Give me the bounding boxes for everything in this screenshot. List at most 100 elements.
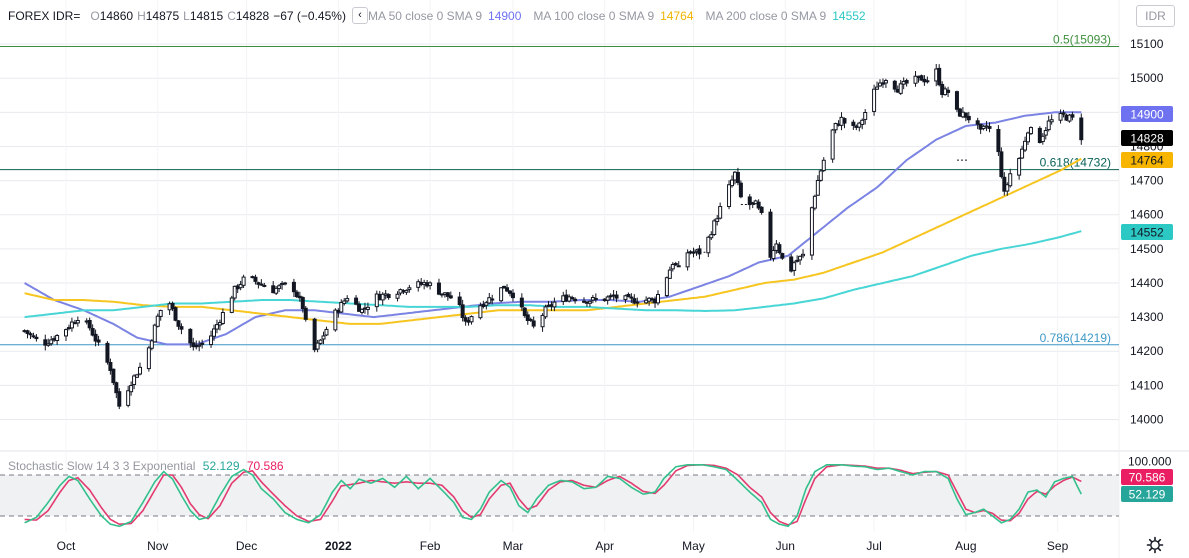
candle xyxy=(469,315,474,325)
candle xyxy=(798,255,803,265)
y-tick-label: 14400 xyxy=(1130,276,1164,290)
candle xyxy=(706,235,711,258)
ma200-label[interactable]: MA 200 close 0 SMA 9 xyxy=(706,9,827,23)
ma-line-100 xyxy=(24,157,1082,325)
stochastic-label[interactable]: Stochastic Slow 14 3 3 Exponential xyxy=(8,459,195,473)
chart-canvas[interactable]: 0.5(15093)0.618(14732)0.786(14219) 14000… xyxy=(0,0,1189,558)
candle-body-up xyxy=(75,320,80,324)
x-tick-label: Sep xyxy=(1047,539,1069,553)
candle-body-down xyxy=(1070,114,1075,118)
candle-body-up xyxy=(277,285,282,289)
candle-body-down xyxy=(614,294,619,299)
x-tick-label: Jul xyxy=(866,539,881,553)
candle-body-down xyxy=(386,294,391,299)
candle-body-down xyxy=(1079,117,1084,141)
candle-body-up xyxy=(1043,130,1048,136)
stochastic-k-value: 52.129 xyxy=(202,459,240,473)
candle-body-up xyxy=(200,342,205,345)
price-axis[interactable]: 14000 14100 14200 14300 14400 14500 14600 14700… xyxy=(1128,37,1172,468)
candle-body-up xyxy=(801,253,806,257)
candle-body-up xyxy=(469,316,474,323)
price-tag-price: 14828 xyxy=(1121,130,1173,146)
x-tick-label: Oct xyxy=(57,539,76,553)
candle xyxy=(64,328,68,342)
time-axis[interactable]: Oct Nov Dec 2022 Feb Mar Apr May Jun Jul Aug Sep xyxy=(57,539,1069,553)
candle-body-up xyxy=(1040,135,1045,143)
candle xyxy=(220,308,225,325)
candle-body-down xyxy=(777,244,782,254)
candle-body-up xyxy=(315,342,320,350)
symbol-label[interactable]: FOREX IDR= xyxy=(8,9,80,23)
y-tick-label: 14600 xyxy=(1130,208,1164,222)
candle-body-up xyxy=(428,282,433,286)
x-tick-label: Nov xyxy=(147,539,168,553)
candle-body-down xyxy=(28,333,33,336)
candle xyxy=(173,306,178,322)
candle xyxy=(718,202,723,220)
x-tick-label: Jun xyxy=(776,539,795,553)
price-tag-ma200: 14552 xyxy=(1121,224,1173,240)
price-tag-label: 14552 xyxy=(1130,226,1164,240)
gear-icon[interactable] xyxy=(1146,536,1164,554)
candle-body-down xyxy=(105,342,110,363)
moving-averages xyxy=(24,111,1082,346)
candle-body-up xyxy=(1017,158,1022,176)
ma50-label[interactable]: MA 50 close 0 SMA 9 xyxy=(368,9,482,23)
candle xyxy=(262,282,267,288)
candle xyxy=(457,291,462,307)
candle-body-down xyxy=(531,320,536,327)
candle-body-up xyxy=(1008,173,1013,187)
y-tick-label: 14000 xyxy=(1130,413,1164,427)
candle-body-up xyxy=(706,236,711,254)
candle xyxy=(1017,157,1022,180)
candle xyxy=(75,316,80,327)
candle-body-up xyxy=(499,287,504,302)
candle xyxy=(436,278,441,296)
candle xyxy=(552,297,557,312)
candle-body-up xyxy=(345,298,350,302)
candle-body-down xyxy=(851,121,856,126)
open-label: O xyxy=(90,8,100,23)
candle xyxy=(809,206,814,260)
candle-body-down xyxy=(253,276,258,282)
candle xyxy=(664,276,669,298)
candle-body-down xyxy=(629,296,634,299)
low-label: L xyxy=(183,8,190,23)
candle xyxy=(543,304,548,319)
candle-body-down xyxy=(300,297,305,310)
y-tick-label: 14100 xyxy=(1130,378,1164,392)
currency-selector[interactable]: IDR xyxy=(1136,5,1175,27)
candle-body-up xyxy=(404,289,409,293)
candle xyxy=(656,290,660,306)
candle-body-up xyxy=(656,294,660,304)
candle-body-up xyxy=(552,301,557,308)
high-value: 14875 xyxy=(145,8,180,23)
candle-body-down xyxy=(111,368,116,384)
candle xyxy=(146,345,151,372)
low-value: 14815 xyxy=(189,8,224,23)
ma100-label[interactable]: MA 100 close 0 SMA 9 xyxy=(533,9,654,23)
candle-body-down xyxy=(842,118,847,124)
candle-body-up xyxy=(321,335,326,340)
candle xyxy=(792,260,797,276)
candle-body-down xyxy=(179,326,184,330)
candle-body-up xyxy=(685,252,690,268)
candle-body-up xyxy=(318,339,323,344)
candle-body-down xyxy=(946,89,951,93)
stochastic-tag-label: 70.586 xyxy=(1129,471,1166,485)
candle-body-up xyxy=(152,324,157,343)
candle-body-down xyxy=(735,171,740,184)
candle-body-up xyxy=(478,305,483,319)
candle-body-up xyxy=(135,374,140,378)
candle xyxy=(117,388,122,410)
candle-body-down xyxy=(925,80,930,83)
candle-body-down xyxy=(673,263,678,266)
collapse-legend-button[interactable]: ‹ xyxy=(351,7,368,24)
x-tick-label: Dec xyxy=(236,539,257,553)
ma50-value: 14900 xyxy=(488,8,522,23)
fib-level-label: 0.5(15093) xyxy=(1053,32,1111,46)
candle xyxy=(996,125,1001,156)
candle-body-up xyxy=(712,220,717,235)
candle-body-down xyxy=(904,79,909,84)
candle-body-down xyxy=(528,318,533,321)
